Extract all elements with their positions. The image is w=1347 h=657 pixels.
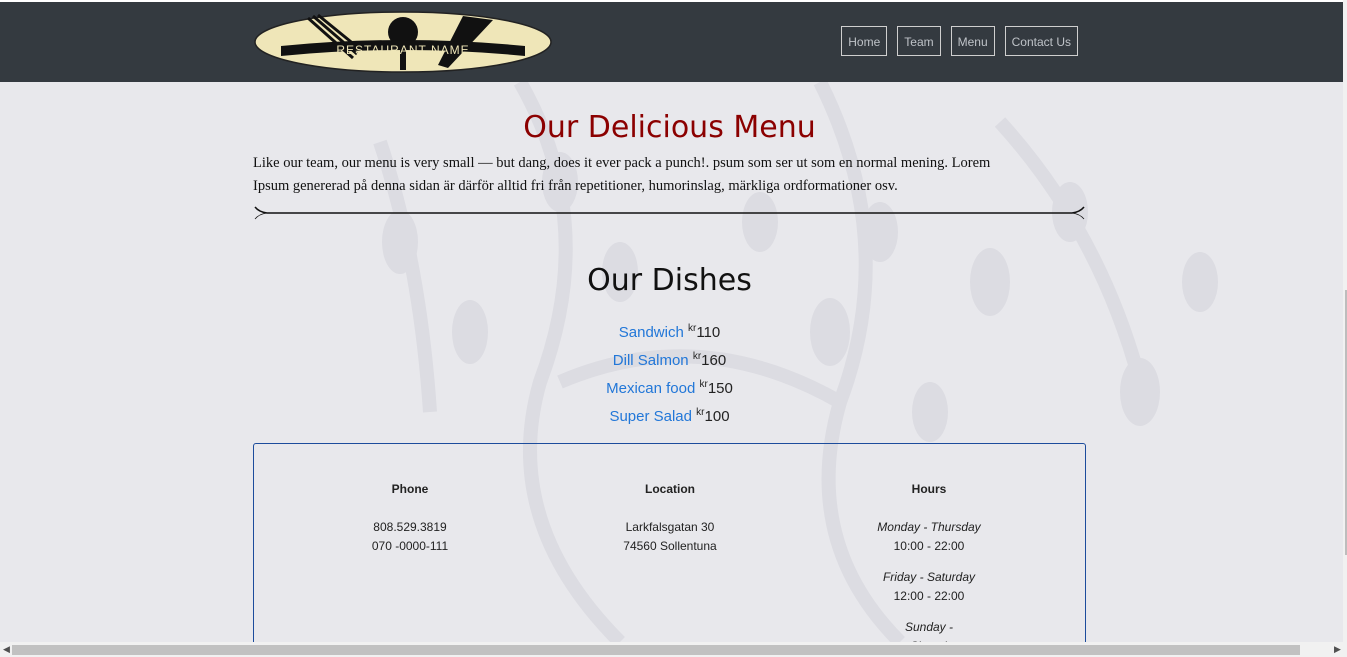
dish-price: kr100	[696, 407, 730, 425]
dish-name-link[interactable]: Dill Salmon	[613, 352, 689, 369]
section-divider	[254, 206, 1085, 220]
price-value: 160	[701, 352, 727, 369]
phone-heading: Phone	[391, 482, 429, 496]
nav-contact[interactable]: Contact Us	[1004, 26, 1078, 56]
navbar: RESTAURANT NAME Home Team Menu Contact U…	[0, 2, 1343, 82]
restaurant-logo[interactable]: RESTAURANT NAME	[253, 10, 553, 74]
hours-time: 12:00 - 22:00	[893, 589, 965, 603]
currency-label: kr	[692, 351, 702, 362]
logo-text: RESTAURANT NAME	[336, 43, 469, 57]
dish-item: Super Salad kr100	[253, 401, 1086, 429]
address-line: 74560 Sollentuna	[623, 539, 717, 553]
price-value: 100	[704, 408, 730, 425]
phone-number: 808.529.3819	[373, 520, 447, 534]
intro-paragraph: Like our team, our menu is very small — …	[253, 155, 991, 194]
dish-price: kr150	[699, 379, 733, 397]
price-value: 150	[707, 380, 733, 397]
hours-column: Hours Monday - Thursday 10:00 - 22:00 Fr…	[829, 482, 1029, 656]
main-content: Our Delicious Menu Like our team, our me…	[253, 82, 1086, 429]
hours-time: 10:00 - 22:00	[893, 539, 965, 553]
dish-item: Sandwich kr110	[253, 317, 1086, 345]
dishes-title: Our Dishes	[587, 263, 752, 298]
dish-name-link[interactable]: Super Salad	[609, 408, 692, 425]
currency-label: kr	[696, 407, 705, 418]
contact-info-box: Phone 808.529.3819 070 -0000-111 Locatio…	[253, 443, 1086, 653]
dish-item: Mexican food kr150	[253, 373, 1086, 401]
dish-name-link[interactable]: Sandwich	[619, 324, 684, 341]
location-column: Location Larkfalsgatan 30 74560 Sollentu…	[570, 482, 770, 556]
dish-name-link[interactable]: Mexican food	[606, 380, 695, 397]
page-title: Our Delicious Menu	[523, 110, 816, 145]
hours-day: Friday - Saturday	[882, 570, 976, 584]
hours-day: Sunday -	[904, 620, 954, 634]
phone-column: Phone 808.529.3819 070 -0000-111	[310, 482, 510, 556]
dish-item: Dill Salmon kr160	[253, 345, 1086, 373]
nav-team[interactable]: Team	[897, 26, 941, 56]
phone-number: 070 -0000-111	[371, 539, 449, 553]
nav-home[interactable]: Home	[841, 26, 888, 56]
horizontal-scroll-thumb[interactable]	[12, 645, 1300, 655]
horizontal-scrollbar[interactable]: ◀ ▶	[0, 642, 1347, 657]
nav-menu[interactable]: Menu	[950, 26, 995, 56]
dish-price: kr160	[692, 351, 727, 369]
price-value: 110	[696, 324, 721, 341]
scroll-left-icon[interactable]: ◀	[3, 644, 10, 655]
dish-price: kr110	[688, 323, 721, 341]
hours-heading: Hours	[911, 482, 947, 496]
dish-list: Sandwich kr110 Dill Salmon kr160 Mexican…	[253, 317, 1086, 429]
hours-day: Monday - Thursday	[877, 520, 981, 534]
currency-label: kr	[699, 379, 708, 390]
address-line: Larkfalsgatan 30	[625, 520, 715, 534]
location-heading: Location	[645, 482, 695, 496]
scroll-right-icon[interactable]: ▶	[1334, 644, 1341, 655]
main-nav: Home Team Menu Contact Us	[841, 26, 1078, 56]
